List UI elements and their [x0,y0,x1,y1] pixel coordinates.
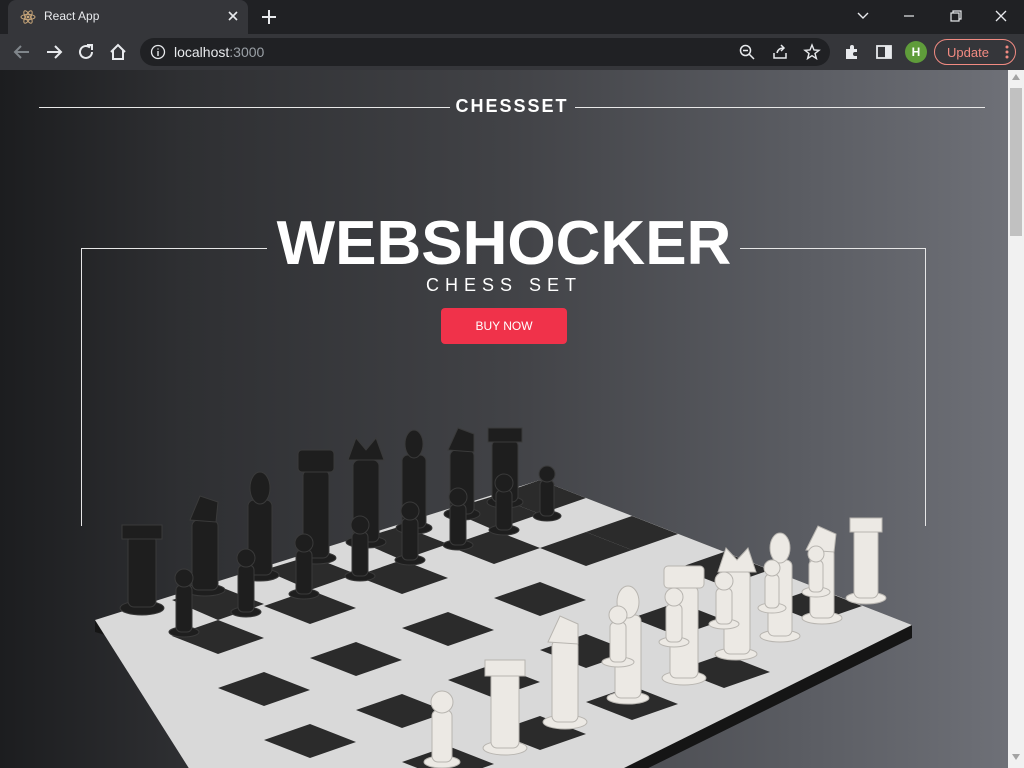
page-viewport: CHESSSET WEBSHOCKER CHESS SET BUY NOW [0,70,1008,768]
forward-icon[interactable] [43,41,65,63]
scroll-thumb[interactable] [1010,88,1022,236]
profile-avatar[interactable]: H [905,41,927,63]
back-icon[interactable] [11,41,33,63]
buy-now-button[interactable]: BUY NOW [441,308,567,344]
minimize-icon[interactable] [894,5,924,27]
side-panel-icon[interactable] [874,42,894,62]
zoom-icon[interactable] [738,43,756,61]
window-close-icon[interactable] [986,5,1016,27]
home-icon[interactable] [107,41,129,63]
share-icon[interactable] [771,43,789,61]
star-icon[interactable] [803,43,821,61]
plus-icon[interactable] [258,6,280,28]
reload-icon[interactable] [75,41,97,63]
chess-set-image [95,427,912,768]
white-rook [845,517,887,605]
url-text[interactable]: localhost:3000 [174,44,264,60]
page-scrollbar[interactable] [1008,70,1024,768]
browser-tab[interactable]: React App [8,0,248,34]
tab-strip: React App [0,0,1024,34]
extensions-icon[interactable] [842,42,862,62]
scroll-up-arrow-icon[interactable] [1012,74,1020,80]
react-favicon [20,10,36,24]
scroll-down-arrow-icon[interactable] [1012,754,1020,760]
address-bar[interactable]: localhost:3000 [140,38,830,66]
chevron-down-icon[interactable] [848,5,878,27]
hero-subtitle: CHESS SET [425,275,583,295]
hero-title: WEBSHOCKER [276,209,732,278]
close-icon[interactable] [224,7,242,25]
update-button[interactable]: Update [934,39,1016,65]
restore-icon[interactable] [940,5,970,27]
tab-title: React App [44,9,100,23]
update-label: Update [947,45,989,60]
brand-logo[interactable]: CHESSSET [0,96,1008,117]
info-icon[interactable] [150,44,166,60]
browser-toolbar: localhost:3000 H Update [0,34,1024,70]
more-icon [1005,45,1009,59]
